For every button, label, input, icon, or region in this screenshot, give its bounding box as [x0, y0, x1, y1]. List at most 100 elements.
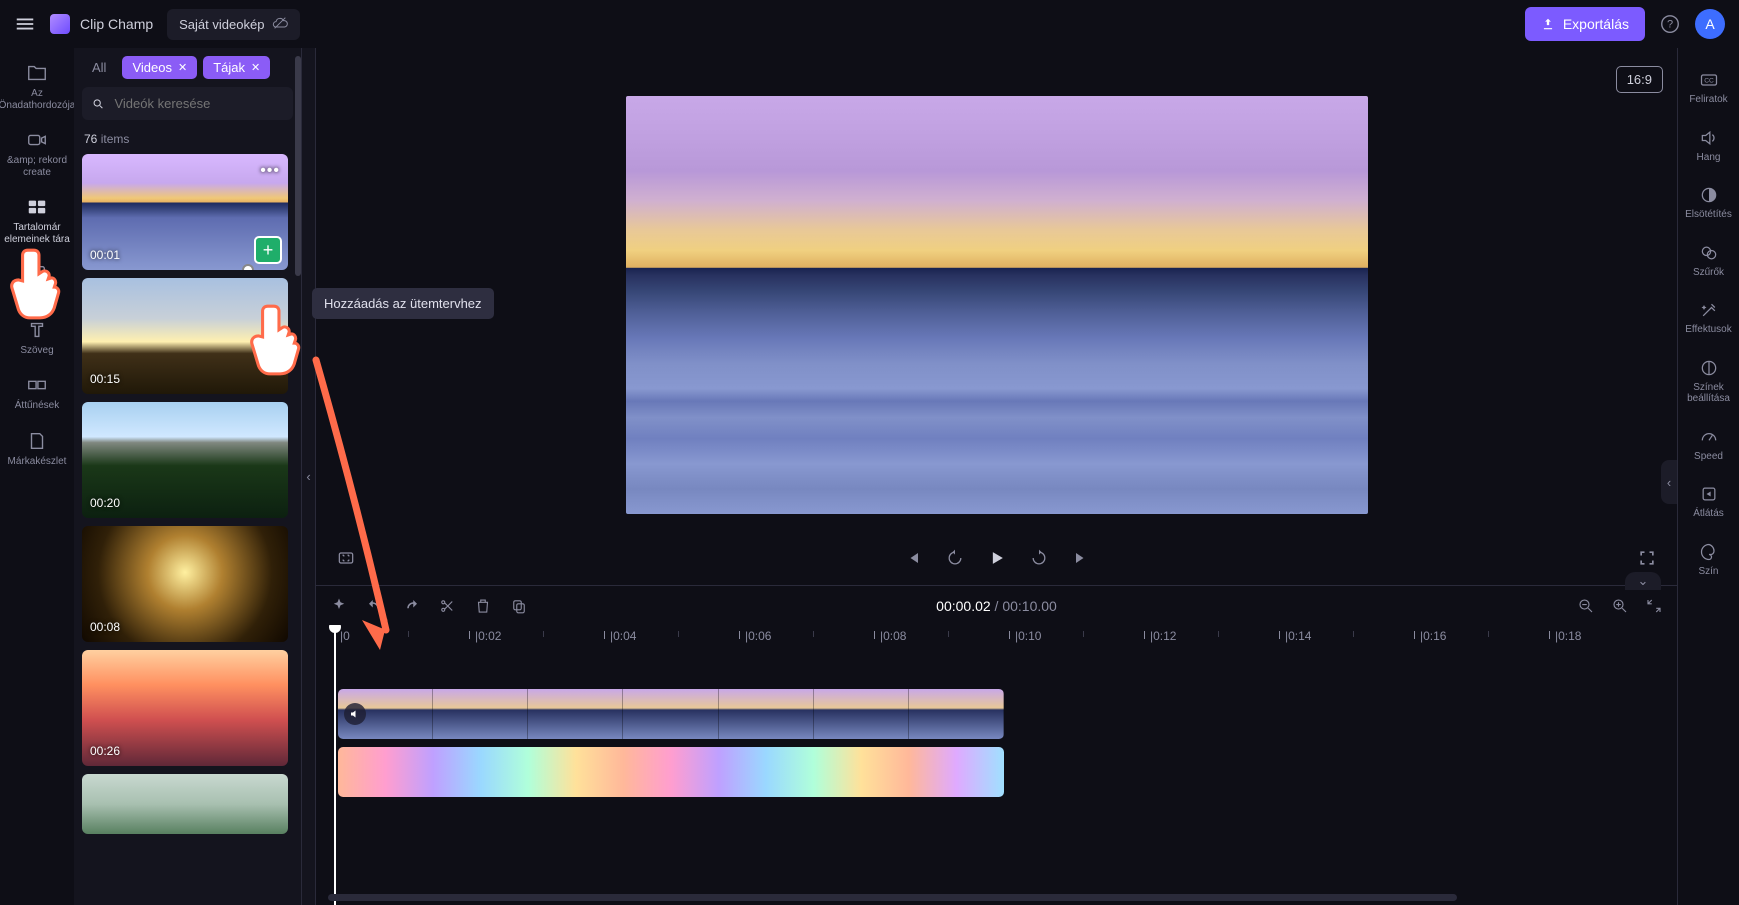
chip-videos[interactable]: Videos ✕: [122, 56, 197, 79]
timecode-total: 00:10.00: [1002, 598, 1057, 614]
rrail-label: Szűrők: [1693, 267, 1724, 279]
more-icon[interactable]: •••: [260, 162, 280, 180]
playhead-icon[interactable]: [334, 625, 336, 905]
rrail-filters[interactable]: Szűrők: [1679, 235, 1739, 287]
add-to-timeline-button[interactable]: +: [254, 236, 282, 264]
ruler-minor-tick: [543, 631, 544, 637]
rrail-audio[interactable]: Hang: [1679, 120, 1739, 172]
rail-templates[interactable]: —: [1, 255, 73, 309]
timeline-clip-video[interactable]: [338, 689, 1004, 739]
preview-video[interactable]: [626, 96, 1368, 514]
undo-icon[interactable]: [366, 597, 384, 615]
fit-icon[interactable]: [1645, 597, 1663, 615]
library-collapse-button[interactable]: ‹: [302, 48, 316, 905]
timeline-scrollbar[interactable]: [328, 894, 1457, 901]
clip-duration: 00:26: [90, 744, 120, 758]
fullscreen-icon[interactable]: [1637, 548, 1657, 568]
library-item[interactable]: 00:26: [82, 650, 288, 766]
ruler-tick: |0:08: [880, 629, 906, 643]
chip-all-label: All: [92, 60, 106, 75]
forward-icon[interactable]: [1029, 548, 1049, 568]
rrail-color[interactable]: Szín: [1679, 534, 1739, 586]
timeline-ruler[interactable]: |0|0:02|0:04|0:06|0:08|0:10|0:12|0:14|0:…: [328, 625, 1677, 649]
right-rail-collapse-button[interactable]: ‹: [1661, 460, 1677, 504]
library-item[interactable]: [82, 774, 288, 834]
delete-icon[interactable]: [474, 597, 492, 615]
rail-brand-label: Márkakészlet: [8, 456, 67, 468]
rail-transitions[interactable]: Áttűnések: [1, 366, 73, 420]
library-item[interactable]: 00:08: [82, 526, 288, 642]
rail-templates-label: —: [32, 289, 42, 301]
close-icon[interactable]: ✕: [178, 61, 187, 74]
left-rail: Az Önadathordozója &amp; rekord create T…: [0, 48, 74, 905]
rrail-speed[interactable]: Speed: [1679, 419, 1739, 471]
rail-record[interactable]: &amp; rekord create: [1, 121, 73, 186]
rrail-captions[interactable]: CCFeliratok: [1679, 62, 1739, 114]
search-input[interactable]: [112, 95, 283, 112]
svg-text:CC: CC: [1704, 78, 1714, 85]
timeline-clip-overlay[interactable]: [338, 747, 1004, 797]
rrail-color-adjust[interactable]: Színek beállítása: [1679, 350, 1739, 413]
search-input-wrap[interactable]: [82, 87, 293, 120]
preview-stage: [316, 48, 1677, 531]
ruler-minor-tick: [678, 631, 679, 637]
library-item[interactable]: 00:15: [82, 278, 288, 394]
timecode: 00:00.02 / 00:10.00: [936, 598, 1057, 614]
rail-brand[interactable]: Márkakészlet: [1, 422, 73, 476]
rrail-label: Speed: [1694, 451, 1723, 463]
menu-icon[interactable]: [14, 13, 36, 35]
rrail-label: Színek beállítása: [1681, 382, 1737, 405]
right-rail: CCFeliratok Hang Elsötétítés Szűrők Effe…: [1677, 48, 1739, 905]
avatar-letter: A: [1705, 16, 1714, 32]
ruler-tick: |0:10: [1015, 629, 1041, 643]
ruler-tick: |0: [340, 629, 350, 643]
rrail-fade[interactable]: Elsötétítés: [1679, 177, 1739, 229]
skip-forward-icon[interactable]: [1071, 548, 1091, 568]
close-icon[interactable]: ✕: [251, 61, 260, 74]
auto-enhance-icon[interactable]: [336, 548, 356, 568]
help-icon[interactable]: ?: [1659, 13, 1681, 35]
preview-area: 16:9: [316, 48, 1677, 585]
play-button[interactable]: [987, 548, 1007, 568]
timeline-collapse-button[interactable]: ⌄: [1625, 572, 1661, 590]
app-name: Clip Champ: [80, 16, 153, 32]
rail-content-library[interactable]: Tartalomár elemeinek tára: [1, 188, 73, 253]
rail-text-label: Szöveg: [20, 345, 53, 357]
rrail-effects[interactable]: Effektusok: [1679, 292, 1739, 344]
avatar[interactable]: A: [1695, 9, 1725, 39]
clip-duration: 00:08: [90, 620, 120, 634]
chip-tajak[interactable]: Tájak✕: [203, 56, 270, 79]
library-item[interactable]: 00:20: [82, 402, 288, 518]
timeline[interactable]: |0|0:02|0:04|0:06|0:08|0:10|0:12|0:14|0:…: [316, 625, 1677, 905]
split-icon[interactable]: [438, 597, 456, 615]
rewind-icon[interactable]: [945, 548, 965, 568]
skip-back-icon[interactable]: [903, 548, 923, 568]
duplicate-icon[interactable]: [510, 597, 528, 615]
magic-icon[interactable]: [330, 597, 348, 615]
topbar: Clip Champ Saját videokép Exportálás ? A: [0, 0, 1739, 48]
library-scrollbar[interactable]: [295, 56, 301, 276]
library-panel: All Videos✕ Tájak✕ 76 items ••• 00:01 + …: [74, 48, 302, 905]
item-count-num: 76: [84, 132, 97, 146]
chip-all[interactable]: All: [82, 56, 116, 79]
cloud-sync-icon: [272, 15, 288, 34]
library-item[interactable]: ••• 00:01 +: [82, 154, 288, 270]
tooltip-add-timeline: Hozzáadás az ütemtervhez: [312, 288, 494, 319]
redo-icon[interactable]: [402, 597, 420, 615]
rrail-label: Átlátás: [1693, 508, 1724, 520]
chip-videos-label: Videos: [132, 60, 172, 75]
clip-duration: 00:15: [90, 372, 120, 386]
aspect-ratio-button[interactable]: 16:9: [1616, 66, 1663, 93]
ruler-tick: |0:14: [1285, 629, 1311, 643]
project-name[interactable]: Saját videokép: [167, 9, 300, 40]
clip-audio-icon[interactable]: [344, 703, 366, 725]
rail-text[interactable]: Szöveg: [1, 311, 73, 365]
zoom-out-icon[interactable]: [1577, 597, 1595, 615]
ruler-minor-tick: [1083, 631, 1084, 637]
rail-content-label: Tartalomár elemeinek tára: [3, 222, 71, 245]
export-button[interactable]: Exportálás: [1525, 7, 1645, 41]
zoom-in-icon[interactable]: [1611, 597, 1629, 615]
scrub-handle-icon[interactable]: [242, 264, 254, 270]
rail-media[interactable]: Az Önadathordozója: [1, 54, 73, 119]
rrail-crop[interactable]: Átlátás: [1679, 476, 1739, 528]
